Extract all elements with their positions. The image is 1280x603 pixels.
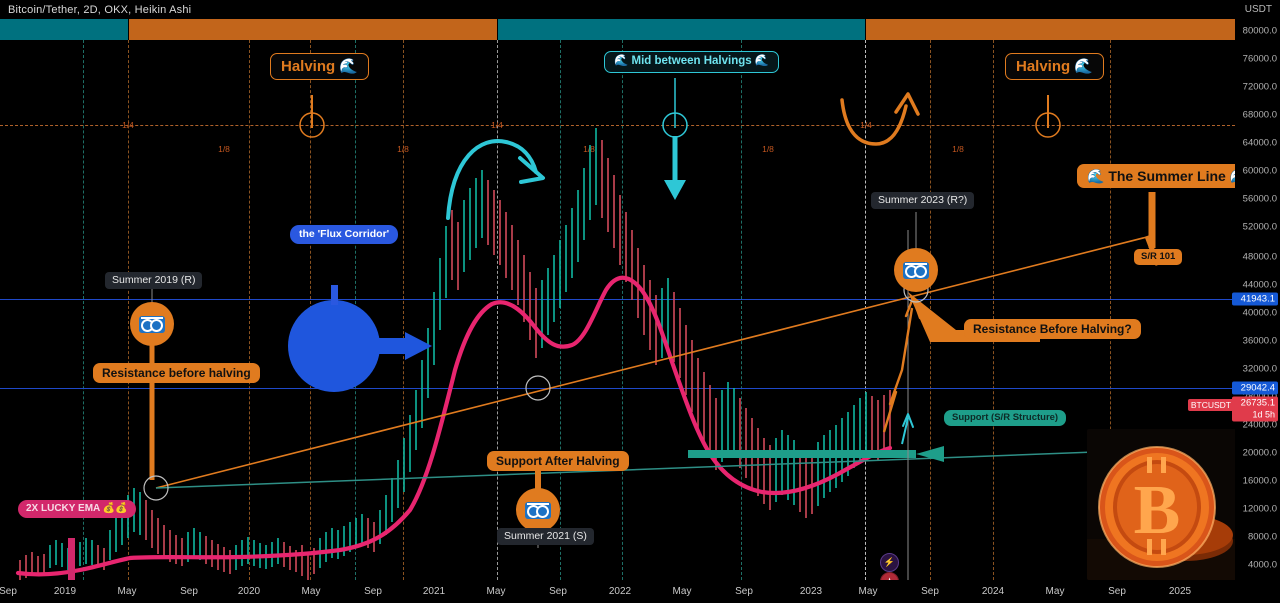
cycle-band-orange-1 — [129, 19, 497, 40]
time-tick: Sep — [180, 586, 198, 597]
price-tick: 36000.0 — [1242, 335, 1277, 347]
label-summer-line[interactable]: 🌊 The Summer Line 🌊 — [1077, 164, 1235, 188]
time-tick: Sep — [735, 586, 753, 597]
price-axis[interactable]: 80000.0 76000.0 72000.0 68000.0 64000.0 … — [1235, 0, 1280, 580]
label-mid-between-halvings[interactable]: 🌊 Mid between Halvings 🌊 — [604, 51, 780, 73]
label-halving-right[interactable]: Halving 🌊 — [1005, 53, 1105, 80]
tradingview-chart-screenshot: Bitcoin/Tether, 2D, OKX, Heikin Ashi USD… — [0, 0, 1280, 603]
time-tick: May — [1045, 586, 1065, 597]
time-tick: 2024 — [981, 586, 1005, 597]
label-summer-2019[interactable]: Summer 2019 (R) — [105, 272, 203, 289]
time-tick: May — [117, 586, 137, 597]
price-tag-29042: 29042.4 — [1232, 381, 1278, 395]
time-axis[interactable]: Sep 2019 May Sep 2020 May Sep 2021 May S… — [0, 580, 1280, 603]
label-sr-101[interactable]: S/R 101 — [1134, 249, 1183, 265]
price-tick: 32000.0 — [1242, 363, 1277, 375]
price-tick: 44000.0 — [1242, 279, 1277, 291]
price-tick: 40000.0 — [1242, 307, 1277, 319]
label-flux-corridor[interactable]: the 'Flux Corridor' — [290, 225, 399, 244]
time-tick: 2021 — [422, 586, 446, 597]
symbol-title: Bitcoin/Tether, 2D, OKX, Heikin Ashi — [8, 4, 192, 16]
price-tick: 20000.0 — [1242, 447, 1277, 459]
time-tick: 2020 — [237, 586, 261, 597]
label-summer-2021[interactable]: Summer 2021 (S) — [497, 528, 594, 545]
time-tick: Sep — [921, 586, 939, 597]
time-tick: 2019 — [53, 586, 77, 597]
price-tick: 60000.0 — [1242, 165, 1277, 177]
cycle-band-teal-2 — [498, 19, 865, 40]
time-tick: Sep — [549, 586, 567, 597]
price-tick: 68000.0 — [1242, 109, 1277, 121]
price-tick: 4000.0 — [1247, 559, 1277, 571]
currency-label: USDT — [1244, 4, 1272, 15]
price-tick: 76000.0 — [1242, 53, 1277, 65]
cycle-band-orange-2 — [866, 19, 1235, 40]
sunglasses-icon — [525, 501, 551, 519]
symbol-tag: BTCUSDT — [1187, 399, 1234, 411]
time-tick: May — [858, 586, 878, 597]
lightning-icon[interactable]: ⚡ — [880, 553, 899, 572]
summer-2019-marker[interactable] — [130, 302, 174, 346]
time-tick: Sep — [364, 586, 382, 597]
time-tick: Sep — [1108, 586, 1126, 597]
label-lucky-ema[interactable]: 2X LUCKY EMA 💰💰 — [18, 500, 136, 518]
last-price-value: 26735.1 — [1240, 397, 1275, 409]
label-support-sr-structure[interactable]: Support (S/R Structure) — [944, 410, 1067, 426]
svg-text:B: B — [1134, 472, 1181, 549]
time-tick: 2022 — [608, 586, 632, 597]
bitcoin-coin-image: B — [1087, 429, 1235, 580]
sunglasses-icon — [903, 261, 929, 279]
price-tick: 64000.0 — [1242, 137, 1277, 149]
label-resistance-before-halving[interactable]: Resistance before halving — [93, 363, 260, 383]
price-tick: 8000.0 — [1247, 531, 1277, 543]
time-tick: 2023 — [799, 586, 823, 597]
sunglasses-icon — [139, 315, 165, 333]
price-tick: 56000.0 — [1242, 193, 1277, 205]
price-tick: 52000.0 — [1242, 221, 1277, 233]
label-summer-2023[interactable]: Summer 2023 (R?) — [871, 192, 975, 209]
cycle-band-teal-1 — [0, 19, 128, 40]
time-tick: May — [486, 586, 506, 597]
summer-2023-marker[interactable] — [894, 248, 938, 292]
time-tick: Sep — [0, 586, 17, 597]
time-tick: May — [672, 586, 692, 597]
price-tick: 72000.0 — [1242, 81, 1277, 93]
summer-2021-marker[interactable] — [516, 488, 560, 532]
price-tick: 48000.0 — [1242, 251, 1277, 263]
label-halving-left[interactable]: Halving 🌊 — [270, 53, 370, 80]
price-tick: 12000.0 — [1242, 503, 1277, 515]
price-tick: 16000.0 — [1242, 475, 1277, 487]
price-tick: 80000.0 — [1242, 25, 1277, 37]
label-resistance-before-halving-q[interactable]: Resistance Before Halving? — [964, 319, 1141, 339]
time-tick: 2025 — [1168, 586, 1192, 597]
label-support-after-halving[interactable]: Support After Halving — [487, 451, 629, 471]
countdown-value: 1d 5h — [1252, 409, 1275, 420]
time-tick: May — [301, 586, 321, 597]
price-tag-last: 26735.1 1d 5h — [1232, 396, 1278, 422]
price-tag-41943: 41943.1 — [1232, 292, 1278, 306]
chart-plot-area[interactable]: 1/4 1/8 1/8 1/4 1/8 1/8 1/4 1/8 Halving … — [0, 40, 1235, 580]
